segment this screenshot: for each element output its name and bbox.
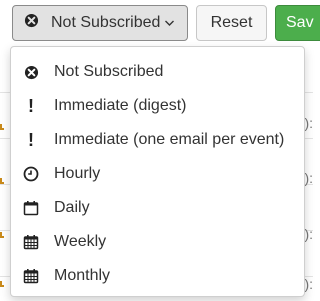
menu-item-immediate-digest[interactable]: ! Immediate (digest): [11, 89, 304, 123]
menu-item-daily[interactable]: Daily: [11, 191, 304, 225]
menu-item-weekly[interactable]: Weekly: [11, 225, 304, 259]
subscription-menu: Not Subscribed ! Immediate (digest) ! Im…: [10, 46, 305, 297]
menu-item-not-subscribed[interactable]: Not Subscribed: [11, 55, 304, 89]
not-subscribed-icon: [22, 63, 40, 81]
exclamation-icon: !: [28, 96, 34, 116]
menu-item-label: Immediate (one email per event): [54, 131, 285, 148]
calendar-icon: [22, 233, 40, 251]
subscription-dropdown-label: Not Subscribed: [51, 14, 161, 31]
exclamation-icon: !: [28, 130, 34, 150]
not-subscribed-icon: [24, 13, 39, 33]
row-marker-icon: [0, 232, 4, 238]
row-marker-icon: [0, 281, 4, 287]
row-text-fragment: ):: [304, 170, 313, 186]
row-text-fragment: ):: [304, 226, 313, 242]
row-marker-icon: [0, 178, 4, 184]
chevron-down-icon: [164, 19, 175, 27]
row-text-fragment: ):: [304, 276, 313, 292]
menu-item-label: Monthly: [54, 267, 111, 284]
calendar-empty-icon: [22, 199, 40, 217]
subscription-toolbar: Not Subscribed Reset Sav: [0, 0, 320, 46]
calendar-icon: [22, 267, 40, 285]
menu-item-label: Daily: [54, 199, 90, 216]
row-marker-icon: [0, 124, 4, 130]
reset-button[interactable]: Reset: [196, 5, 267, 41]
menu-item-label: Weekly: [54, 233, 107, 250]
menu-item-label: Immediate (digest): [54, 97, 187, 114]
save-button[interactable]: Sav: [275, 5, 320, 41]
clock-icon: [22, 165, 40, 183]
menu-item-immediate-per-event[interactable]: ! Immediate (one email per event): [11, 123, 304, 157]
menu-item-hourly[interactable]: Hourly: [11, 157, 304, 191]
row-text-fragment: ):: [304, 115, 313, 131]
menu-item-monthly[interactable]: Monthly: [11, 259, 304, 293]
subscription-dropdown-button[interactable]: Not Subscribed: [12, 5, 188, 41]
menu-item-label: Not Subscribed: [54, 63, 164, 80]
menu-item-label: Hourly: [54, 165, 101, 182]
